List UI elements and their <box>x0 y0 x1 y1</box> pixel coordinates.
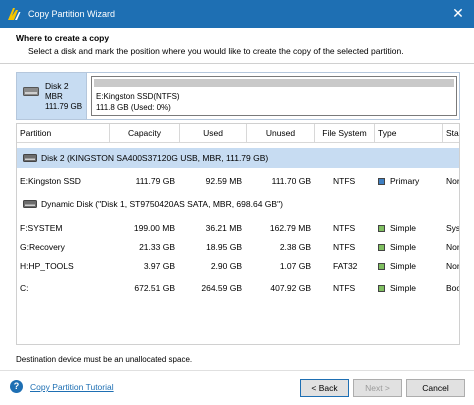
simple-swatch-icon <box>378 285 385 293</box>
cell-type: Simple <box>378 220 416 236</box>
cell-used: 36.21 MB <box>205 223 242 233</box>
disk-map: Disk 2 MBR 111.79 GB E:Kingston SSD(NTFS… <box>16 72 460 120</box>
cell-status: Non <box>446 261 459 271</box>
tutorial-link[interactable]: Copy Partition Tutorial <box>30 382 114 392</box>
back-button[interactable]: < Back <box>300 379 349 397</box>
table-row[interactable]: E:Kingston SSD 111.79 GB 92.59 MB 111.70… <box>17 173 459 189</box>
cell-file-system: NTFS <box>333 242 356 252</box>
cell-used: 264.59 GB <box>201 283 242 293</box>
cell-used: 2.90 GB <box>210 261 242 271</box>
next-button[interactable]: Next > <box>353 379 402 397</box>
window-title: Copy Partition Wizard <box>28 9 116 19</box>
cell-unused: 111.70 GB <box>271 176 311 186</box>
cell-used: 92.59 MB <box>205 176 242 186</box>
cell-file-system: NTFS <box>333 283 356 293</box>
cell-unused: 162.79 MB <box>269 223 311 233</box>
table-row[interactable]: C: 672.51 GB 264.59 GB 407.92 GB NTFS Si… <box>17 280 459 296</box>
cell-file-system: FAT32 <box>333 261 358 271</box>
target-disk-size: 111.79 GB <box>45 102 83 111</box>
target-disk-name: Disk 2 <box>45 81 69 91</box>
cell-type: Simple <box>378 258 416 274</box>
wizard-header: Where to create a copy Select a disk and… <box>0 28 474 64</box>
column-header-file-system[interactable]: File System <box>315 124 375 143</box>
hard-disk-icon <box>23 154 37 162</box>
partition-usage-bar <box>94 79 454 87</box>
column-header-partition[interactable]: Partition <box>17 124 110 143</box>
cell-used: 18.95 GB <box>206 242 242 252</box>
title-bar: Copy Partition Wizard ✕ <box>0 0 474 28</box>
cell-file-system: NTFS <box>333 223 356 233</box>
simple-swatch-icon <box>378 225 385 233</box>
cell-status: Non <box>446 242 459 252</box>
table-header: Partition Capacity Used Unused File Syst… <box>17 124 459 143</box>
cell-unused: 2.38 GB <box>279 242 311 252</box>
cell-capacity: 3.97 GB <box>143 261 175 271</box>
cancel-button[interactable]: Cancel <box>406 379 465 397</box>
cell-status: Syst <box>446 223 460 233</box>
cell-capacity: 111.79 GB <box>135 176 175 186</box>
cell-capacity: 199.00 MB <box>133 223 175 233</box>
cell-type: Simple <box>378 280 416 296</box>
column-header-capacity[interactable]: Capacity <box>110 124 180 143</box>
cell-status: Boo <box>446 283 460 293</box>
table-row[interactable]: G:Recovery 21.33 GB 18.95 GB 2.38 GB NTF… <box>17 239 459 255</box>
cell-capacity: 672.51 GB <box>134 283 175 293</box>
primary-swatch-icon <box>378 178 385 186</box>
cell-unused: 407.92 GB <box>270 283 311 293</box>
cell-partition: C: <box>20 283 29 293</box>
destination-note: Destination device must be an unallocate… <box>16 355 193 364</box>
disk-label: Dynamic Disk ("Disk 1, ST9750420AS SATA,… <box>41 199 283 209</box>
column-header-type[interactable]: Type <box>375 124 443 143</box>
hard-disk-icon <box>23 87 39 96</box>
target-partition-block[interactable]: E:Kingston SSD(NTFS) 111.8 GB (Used: 0%) <box>91 76 457 116</box>
simple-swatch-icon <box>378 263 385 271</box>
target-partition-label: E:Kingston SSD(NTFS) <box>96 92 180 101</box>
app-logo-icon <box>8 8 21 20</box>
cell-file-system: NTFS <box>333 176 356 186</box>
target-disk-type: MBR <box>45 92 63 101</box>
disk-row-disk2[interactable]: Disk 2 (KINGSTON SA400S37120G USB, MBR, … <box>17 148 459 168</box>
cell-partition: G:Recovery <box>20 242 65 252</box>
column-header-status[interactable]: Sta <box>443 124 459 143</box>
cell-status: Nor <box>446 176 460 186</box>
table-row[interactable]: H:HP_TOOLS 3.97 GB 2.90 GB 1.07 GB FAT32… <box>17 258 459 274</box>
hard-disk-icon <box>23 200 37 208</box>
cell-partition: F:SYSTEM <box>20 223 63 233</box>
footer-divider <box>0 370 474 371</box>
step-subtitle: Select a disk and mark the position wher… <box>28 46 404 56</box>
column-header-used[interactable]: Used <box>180 124 247 143</box>
disk-label: Disk 2 (KINGSTON SA400S37120G USB, MBR, … <box>41 153 269 163</box>
cell-unused: 1.07 GB <box>279 261 311 271</box>
cell-partition: H:HP_TOOLS <box>20 261 74 271</box>
target-disk-tile[interactable]: Disk 2 MBR 111.79 GB <box>17 73 87 119</box>
cell-type: Primary <box>378 173 419 189</box>
simple-swatch-icon <box>378 244 385 252</box>
partition-table: Partition Capacity Used Unused File Syst… <box>16 123 460 345</box>
step-title: Where to create a copy <box>16 33 110 43</box>
column-header-unused[interactable]: Unused <box>247 124 315 143</box>
cell-capacity: 21.33 GB <box>139 242 175 252</box>
table-row[interactable]: F:SYSTEM 199.00 MB 36.21 MB 162.79 MB NT… <box>17 220 459 236</box>
cell-type: Simple <box>378 239 416 255</box>
close-icon[interactable]: ✕ <box>450 5 466 21</box>
disk-row-dynamic-disk[interactable]: Dynamic Disk ("Disk 1, ST9750420AS SATA,… <box>17 194 459 214</box>
cell-partition: E:Kingston SSD <box>20 176 81 186</box>
help-icon[interactable]: ? <box>10 380 23 393</box>
target-partition-size: 111.8 GB (Used: 0%) <box>96 103 171 112</box>
